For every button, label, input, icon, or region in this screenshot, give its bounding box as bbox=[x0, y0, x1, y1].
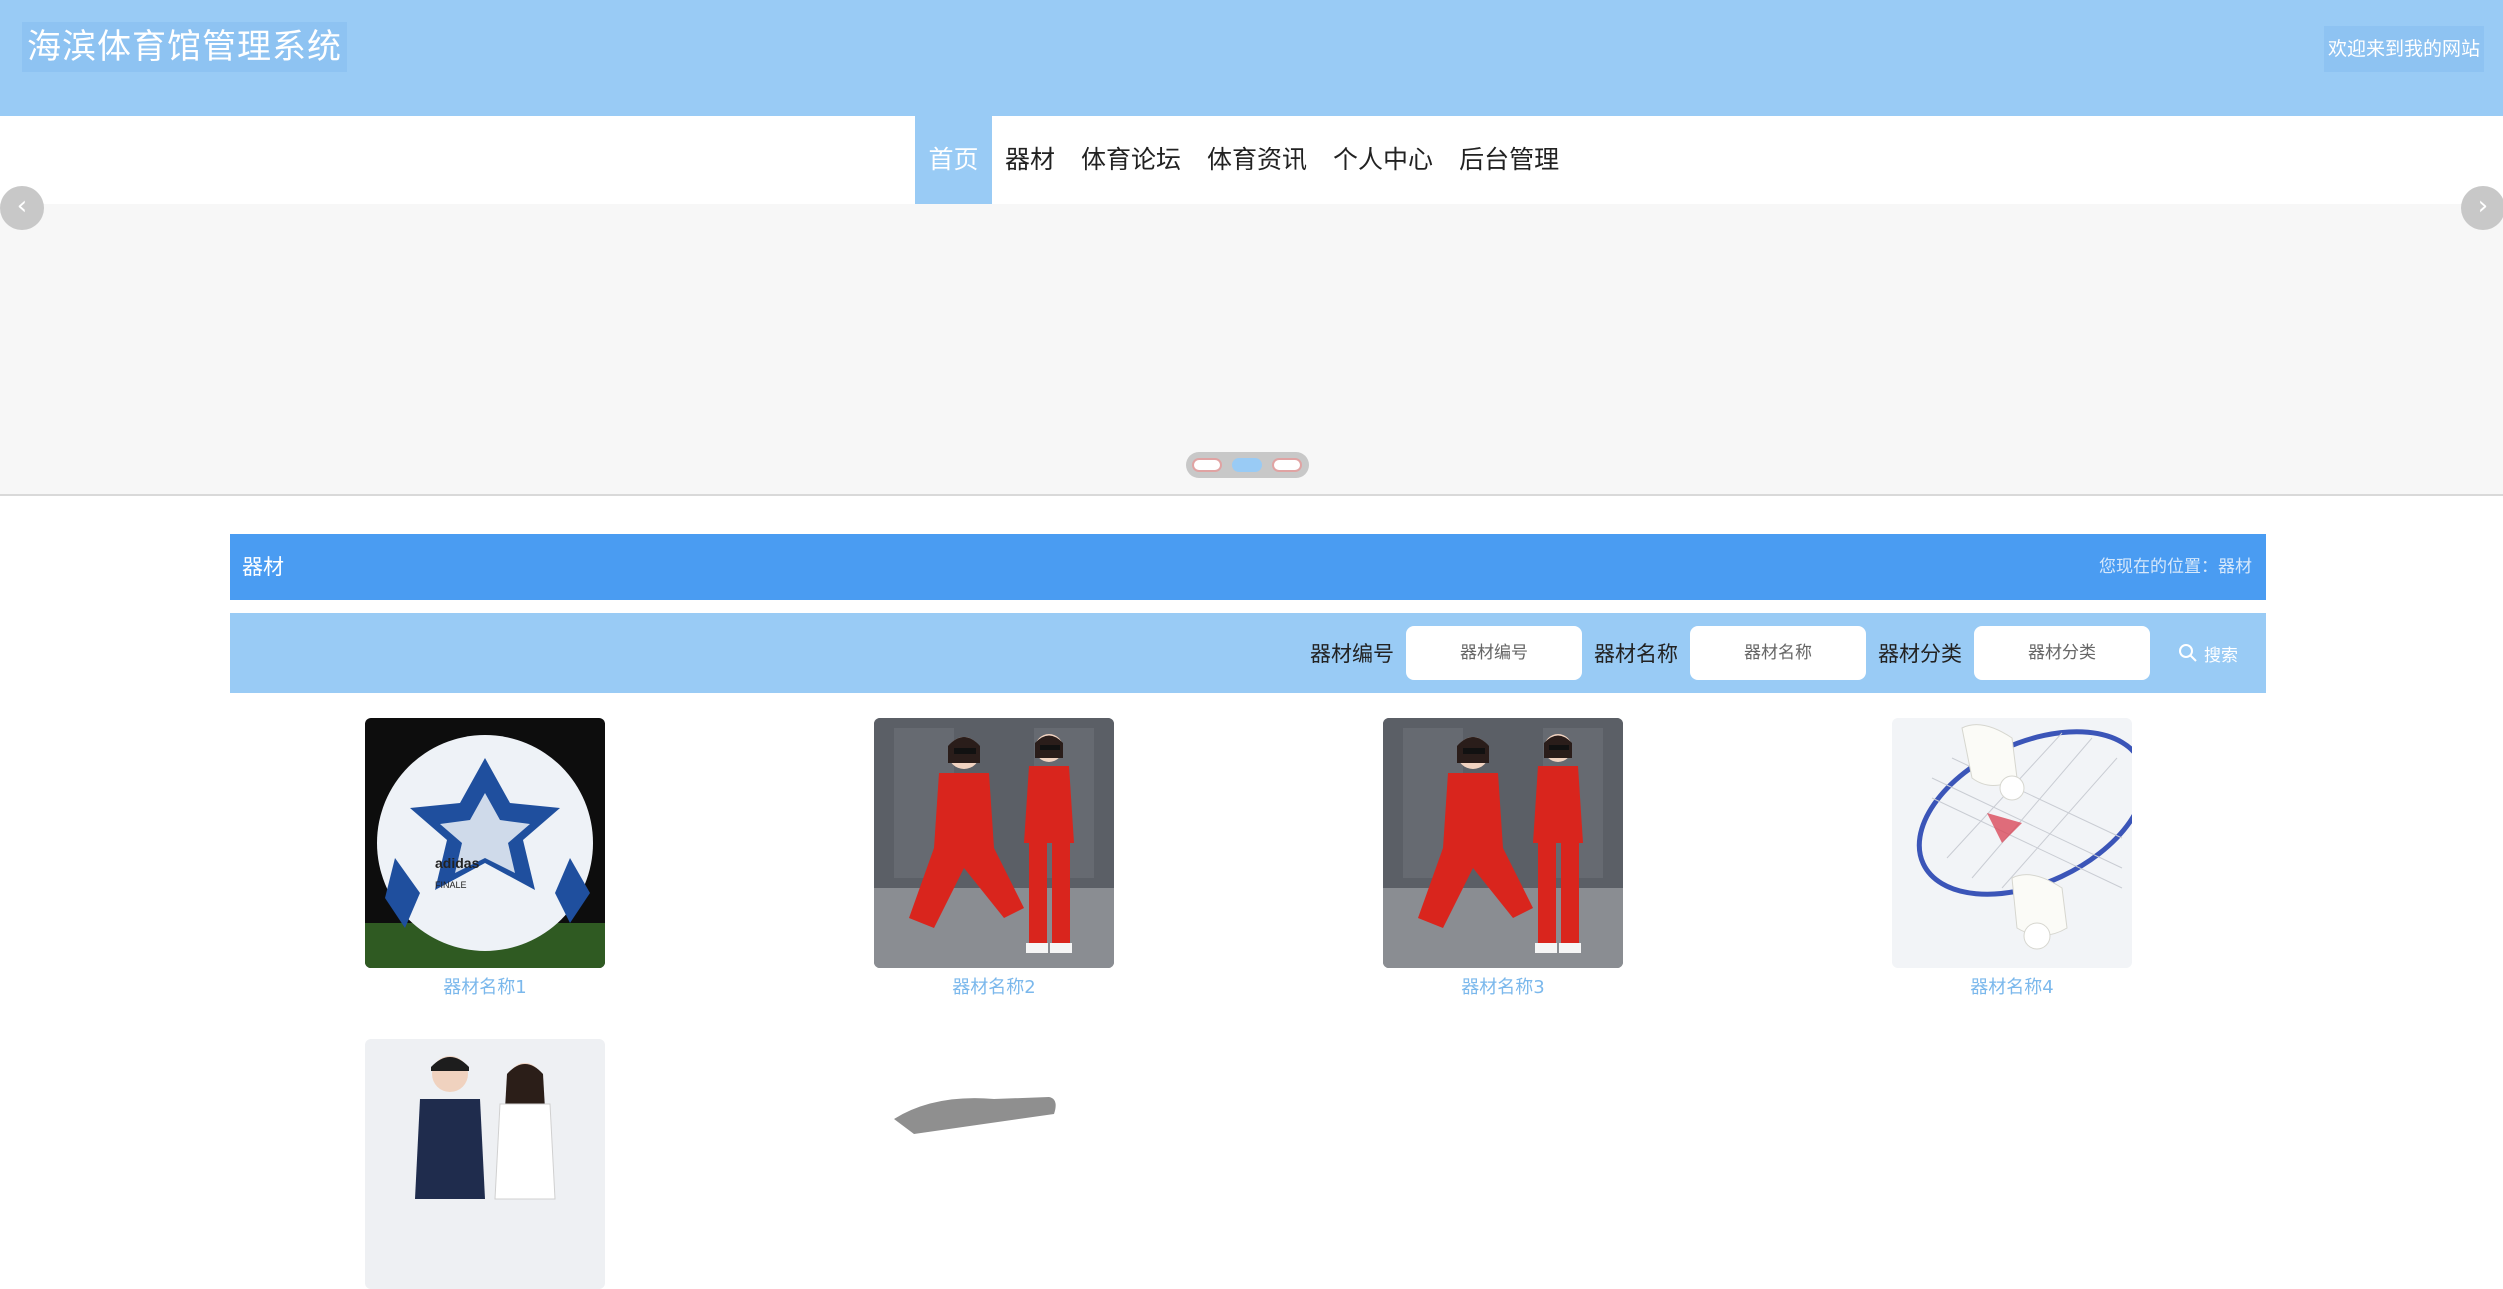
search-label-name: 器材名称 bbox=[1594, 642, 1678, 666]
red-tracksuit-image[interactable] bbox=[1383, 718, 1623, 968]
nav-item-news[interactable]: 体育资讯 bbox=[1194, 116, 1320, 204]
carousel-dot-active[interactable] bbox=[1232, 458, 1262, 472]
carousel-prev-button[interactable]: ‹ bbox=[0, 186, 44, 230]
red-tracksuit-image[interactable] bbox=[874, 718, 1114, 968]
equipment-code-input[interactable] bbox=[1406, 626, 1582, 680]
badminton-image[interactable] bbox=[1892, 718, 2132, 968]
product-card[interactable] bbox=[874, 1039, 1114, 1289]
equipment-name-input[interactable] bbox=[1690, 626, 1866, 680]
nav-item-home[interactable]: 首页 bbox=[915, 116, 992, 204]
nav-item-forum[interactable]: 体育论坛 bbox=[1068, 116, 1194, 204]
product-card[interactable]: 器材名称4 bbox=[1892, 718, 2132, 1000]
product-card[interactable]: adidas FINALE 器材名称1 bbox=[365, 718, 605, 1000]
soccer-ball-image[interactable]: adidas FINALE bbox=[365, 718, 605, 968]
shoe-image[interactable] bbox=[874, 1039, 1114, 1289]
product-card[interactable]: 器材名称3 bbox=[1383, 718, 1623, 1000]
chevron-left-icon: ‹ bbox=[16, 191, 28, 221]
equipment-category-input[interactable] bbox=[1974, 626, 2150, 680]
carousel-indicators bbox=[1186, 452, 1309, 478]
section-title: 器材 bbox=[242, 555, 284, 579]
svg-text:adidas: adidas bbox=[435, 855, 480, 871]
product-name[interactable]: 器材名称4 bbox=[1892, 976, 2132, 1000]
chevron-right-icon: › bbox=[2477, 191, 2489, 221]
nav-item-admin[interactable]: 后台管理 bbox=[1446, 116, 1572, 204]
site-header: 海滨体育馆管理系统 欢迎来到我的网站 bbox=[0, 0, 2503, 116]
search-label-category: 器材分类 bbox=[1878, 642, 1962, 666]
breadcrumb: 您现在的位置：器材 bbox=[2099, 557, 2252, 577]
search-button[interactable]: 搜索 bbox=[2162, 626, 2244, 680]
carousel-next-button[interactable]: › bbox=[2461, 186, 2503, 230]
search-bar: 器材编号 器材名称 器材分类 搜索 bbox=[230, 613, 2266, 693]
product-card[interactable] bbox=[365, 1039, 605, 1289]
nav-item-equipment[interactable]: 器材 bbox=[992, 116, 1068, 204]
search-icon bbox=[2179, 644, 2197, 662]
product-name[interactable]: 器材名称1 bbox=[365, 976, 605, 1000]
product-name[interactable]: 器材名称2 bbox=[874, 976, 1114, 1000]
search-button-label: 搜索 bbox=[2204, 645, 2238, 666]
carousel-dot[interactable] bbox=[1272, 458, 1302, 472]
main-nav: 首页 器材 体育论坛 体育资讯 个人中心 后台管理 bbox=[0, 116, 2503, 204]
welcome-text: 欢迎来到我的网站 bbox=[2324, 26, 2484, 72]
section-header: 器材 您现在的位置：器材 bbox=[230, 534, 2266, 600]
product-name[interactable]: 器材名称3 bbox=[1383, 976, 1623, 1000]
site-title[interactable]: 海滨体育馆管理系统 bbox=[22, 22, 347, 72]
svg-text:FINALE: FINALE bbox=[435, 880, 467, 890]
search-label-code: 器材编号 bbox=[1310, 642, 1394, 666]
nav-item-profile[interactable]: 个人中心 bbox=[1320, 116, 1446, 204]
couple-sportswear-image[interactable] bbox=[365, 1039, 605, 1289]
carousel-dot[interactable] bbox=[1192, 458, 1222, 472]
product-card[interactable]: 器材名称2 bbox=[874, 718, 1114, 1000]
banner-carousel: ‹ › bbox=[0, 186, 2503, 496]
